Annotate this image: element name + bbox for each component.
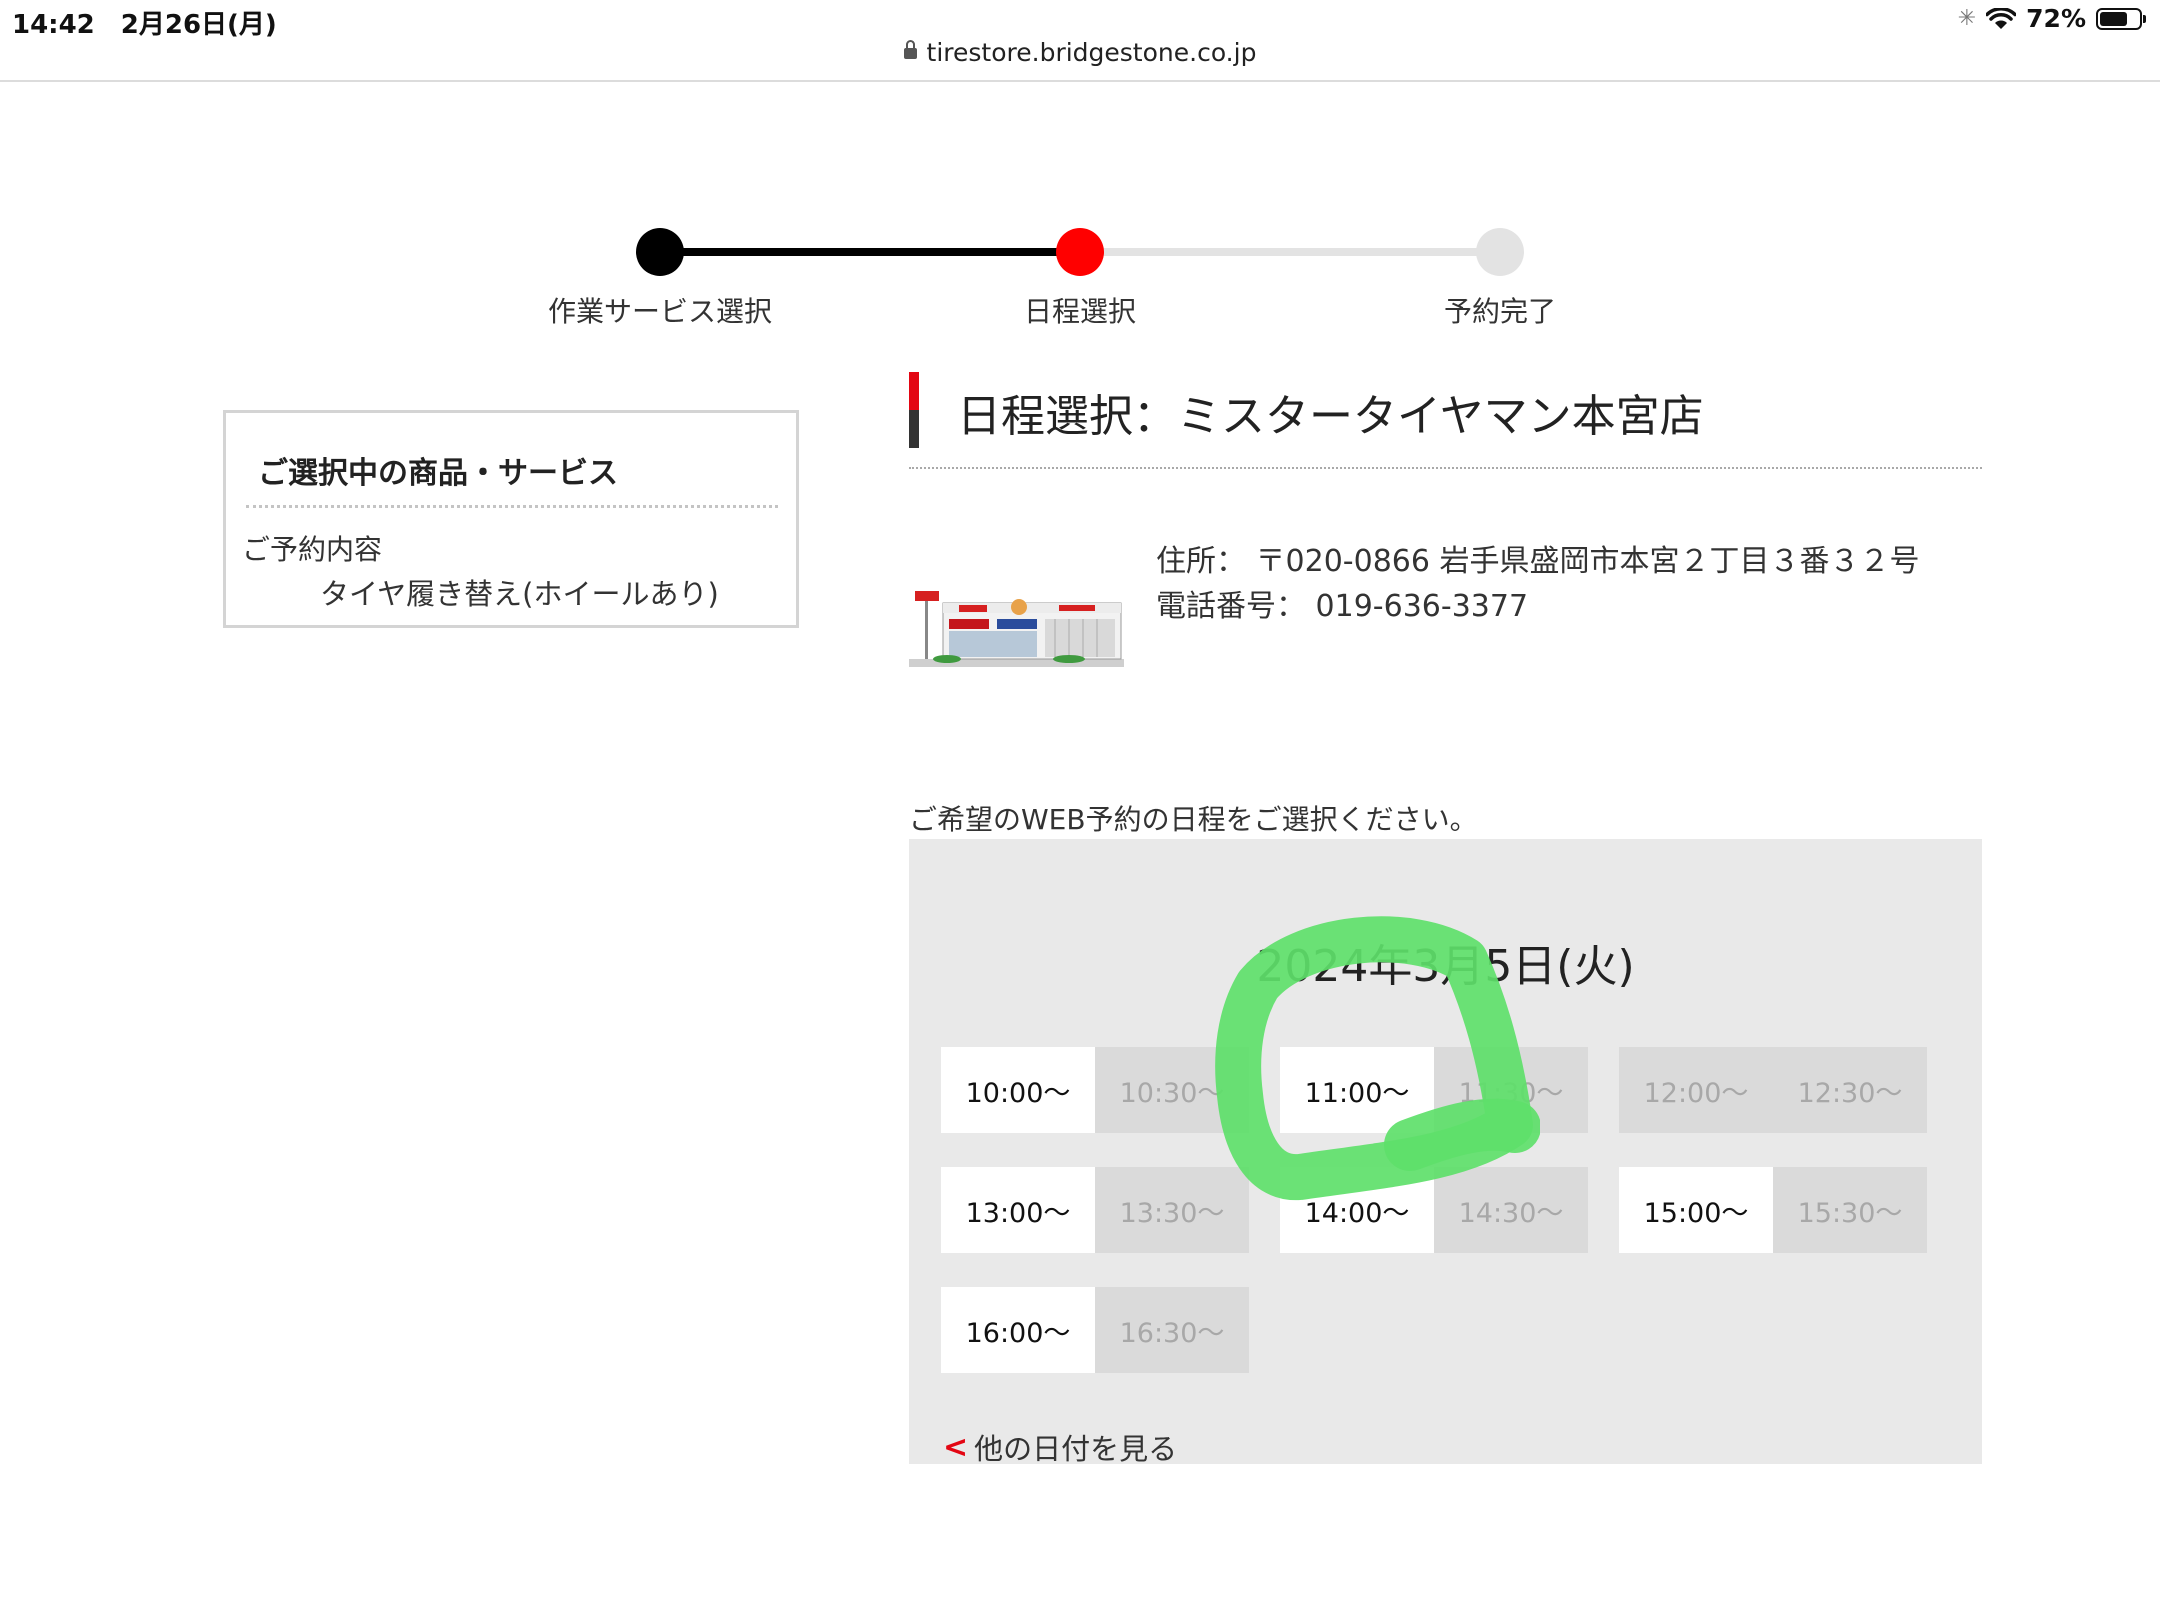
store-building-image [909,585,1124,667]
battery-icon [2096,7,2146,30]
time-slot-1130: 11:30〜 [1434,1047,1588,1133]
phone-value[interactable]: 019-636-3377 [1316,589,1529,624]
panel-divider [246,505,778,508]
other-dates-link[interactable]: < 他の日付を見る [943,1426,1177,1468]
booking-instruction: ご希望のWEB予約の日程をご選択ください。 [909,803,1478,836]
heading-divider [909,467,1982,469]
store-address: 住所： 〒020-0866 岩手県盛岡市本宮２丁目３番３２号 [1156,536,1920,580]
reservation-label: ご予約内容 [242,533,383,566]
reservation-value: タイヤ履き替え(ホイールあり) [320,577,719,611]
other-dates-label: 他の日付を見る [974,1432,1178,1466]
heading-accent-dark [909,410,919,448]
time-slot-1000[interactable]: 10:00〜 [941,1047,1095,1133]
time-slot-1300[interactable]: 13:00〜 [941,1167,1095,1253]
time-slot-1100[interactable]: 11:00〜 [1280,1047,1434,1133]
spinner-icon: ✳ [1957,6,1977,31]
address-bar[interactable]: tirestore.bridgestone.co.jp [0,38,2160,67]
step-label-service: 作業サービス選択 [547,295,772,328]
time-slot-1230: 12:30〜 [1773,1047,1927,1133]
store-phone: 電話番号： 019-636-3377 [1156,581,1528,625]
step-dot-complete [1476,228,1524,276]
chevron-left-icon: < [943,1429,969,1465]
lock-icon [903,40,917,59]
time-slot-1400[interactable]: 14:00〜 [1280,1167,1434,1253]
time-slot-1030: 10:30〜 [1095,1047,1249,1133]
status-time-date: 14:42 2月26日(月) [12,10,277,40]
time-slot-1500[interactable]: 15:00〜 [1619,1167,1773,1253]
battery-fill [2100,11,2128,26]
panel-title: ご選択中の商品・サービス [258,456,618,491]
step-label-schedule: 日程選択 [1023,295,1136,328]
time-slot-1430: 14:30〜 [1434,1167,1588,1253]
time-slot-1630: 16:30〜 [1095,1287,1249,1373]
time-slot-1200: 12:00〜 [1619,1047,1773,1133]
heading-accent-red [909,372,919,410]
step-label-complete: 予約完了 [1443,295,1556,328]
battery-percent: 72% [2026,4,2086,33]
time-slot-1530: 15:30〜 [1773,1167,1927,1253]
step-dot-schedule [1056,228,1104,276]
step-connector-pending [1080,248,1500,256]
time-slot-1330: 13:30〜 [1095,1167,1249,1253]
step-connector-done [660,248,1080,256]
address-label: 住所： [1156,544,1246,579]
page-title: 日程選択：ミスタータイヤマン本宮店 [957,391,1704,442]
time-slot-1600[interactable]: 16:00〜 [941,1287,1095,1373]
url-text: tirestore.bridgestone.co.jp [926,38,1257,67]
address-value: 〒020-0866 岩手県盛岡市本宮２丁目３番３２号 [1255,544,1920,579]
wifi-icon [1986,7,2017,29]
status-indicators: ✳ 72% [1957,4,2146,33]
selected-date: 2024年3月5日(火) [1256,941,1635,992]
step-dot-service [636,228,684,276]
phone-label: 電話番号： [1156,589,1306,624]
